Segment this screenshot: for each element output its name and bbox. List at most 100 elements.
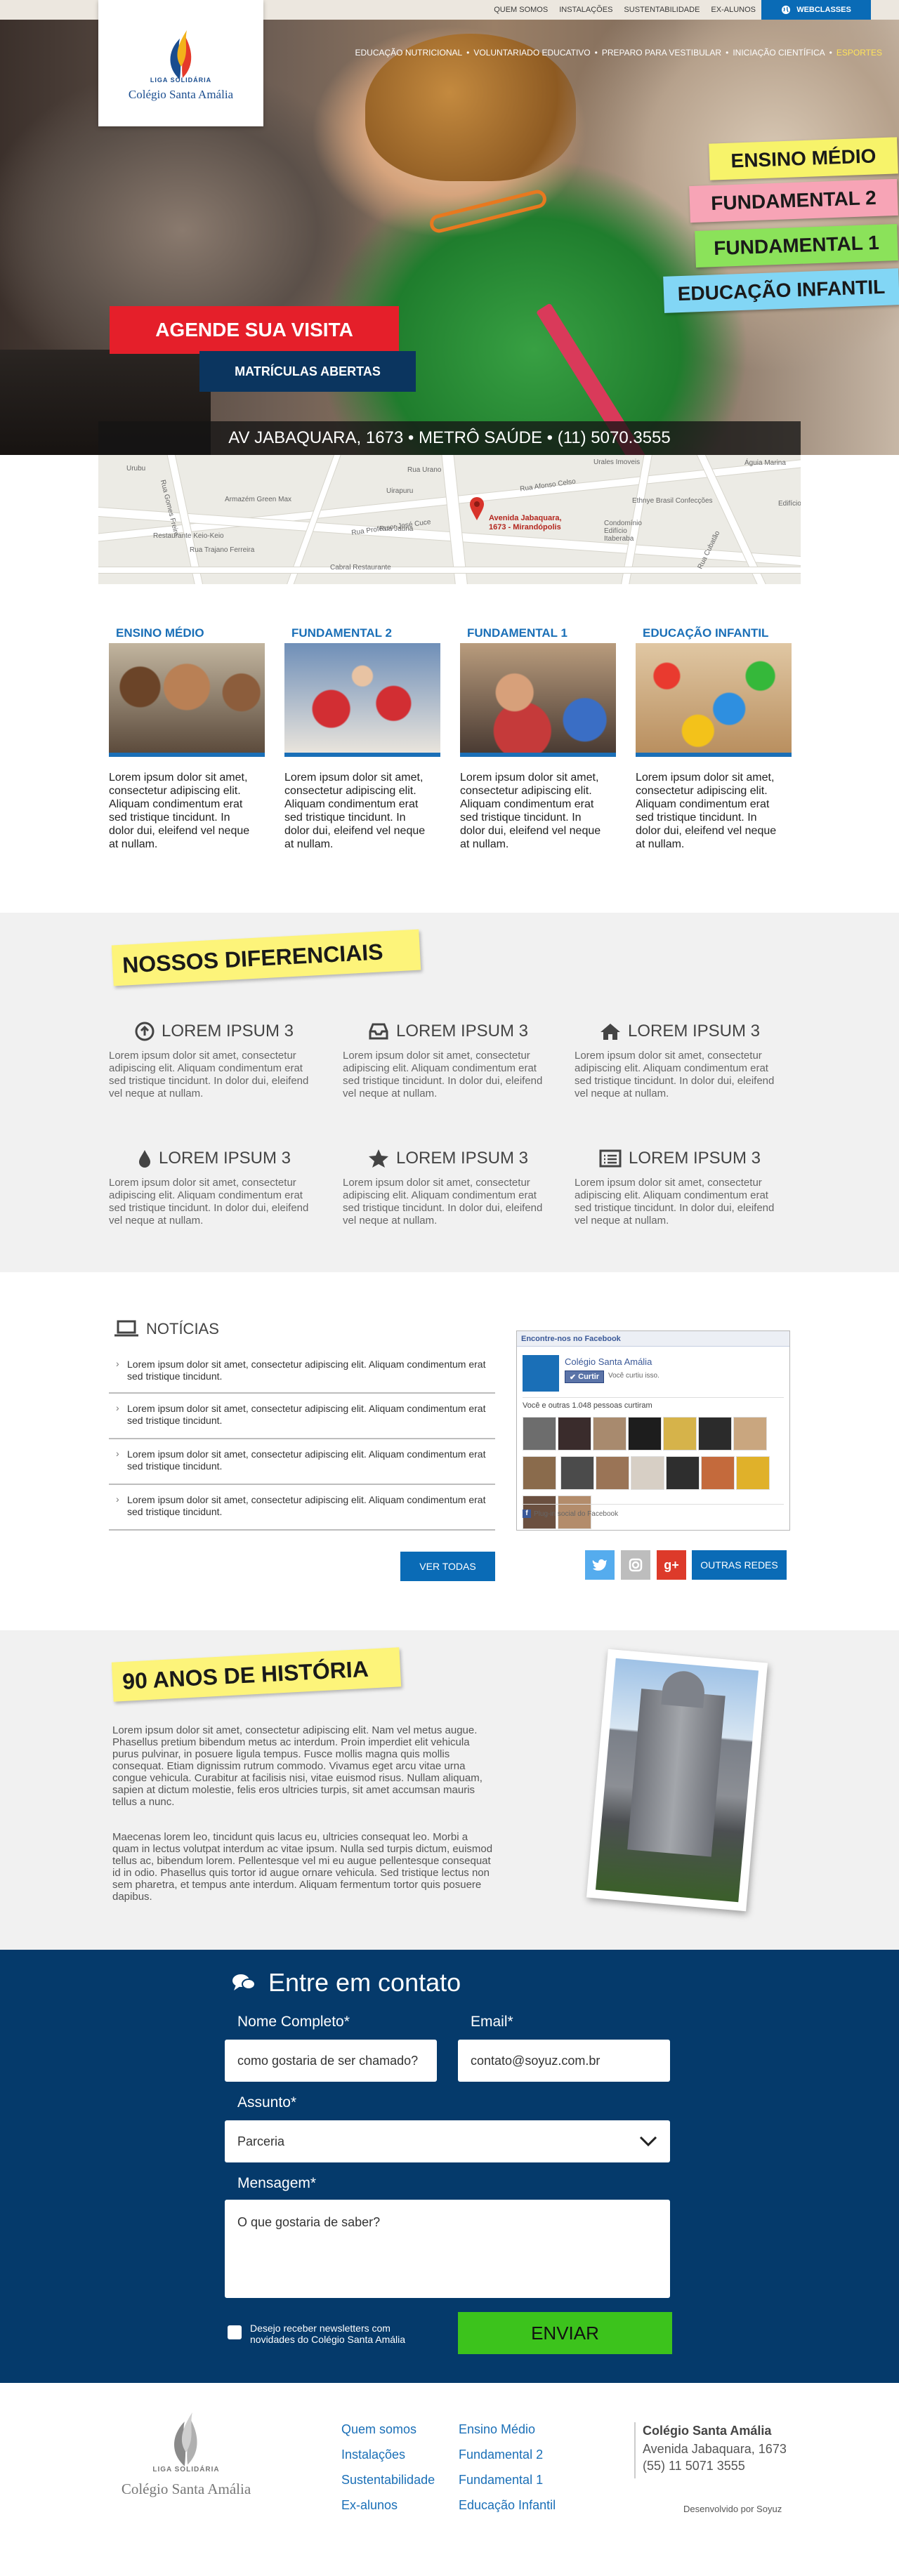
- instagram-button[interactable]: [621, 1550, 650, 1580]
- footer-link-ensino-medio[interactable]: Ensino Médio: [459, 2422, 535, 2437]
- level-card-text: Lorem ipsum dolor sit amet, consectetur …: [109, 772, 250, 850]
- top-link-ex-alunos[interactable]: EX-ALUNOS: [711, 6, 756, 14]
- footer-link-sustentabilidade[interactable]: Sustentabilidade: [341, 2473, 435, 2488]
- facebook-plugin-footer: f Plug-in social do Facebook: [523, 1510, 618, 1518]
- email-label: Email*: [471, 2014, 513, 2030]
- diferencial-text: Lorem ipsum dolor sit amet, consectetur …: [575, 1177, 775, 1227]
- footer-link-educacao-infantil[interactable]: Educação Infantil: [459, 2498, 556, 2513]
- facebook-face-avatar[interactable]: [736, 1456, 770, 1490]
- agende-visita-button[interactable]: AGENDE SUA VISITA: [110, 306, 399, 354]
- level-card-text: Lorem ipsum dolor sit amet, consectetur …: [460, 772, 601, 850]
- nav-voluntariado-educativo[interactable]: VOLUNTARIADO EDUCATIVO: [473, 48, 590, 58]
- laptop-icon: [114, 1320, 138, 1337]
- level-card-ensino-medio[interactable]: ENSINO MÉDIO Lorem ipsum dolor sit amet,…: [109, 626, 265, 851]
- diferencial-text: Lorem ipsum dolor sit amet, consectetur …: [343, 1050, 543, 1099]
- nav-educacao-nutricional[interactable]: EDUCAÇÃO NUTRICIONAL: [355, 48, 462, 58]
- newsletter-label: Desejo receber newsletters com novidades…: [250, 2323, 406, 2345]
- facebook-face-avatar[interactable]: [593, 1417, 626, 1451]
- diferencial-text: Lorem ipsum dolor sit amet, consectetur …: [343, 1177, 543, 1227]
- facebook-people-text: Você e outras 1.048 pessoas curtiram: [523, 1401, 652, 1410]
- twitter-icon: [592, 1559, 607, 1571]
- webclasses-button[interactable]: WEBCLASSES: [761, 0, 871, 20]
- footer-link-fundamental-2[interactable]: Fundamental 2: [459, 2448, 543, 2462]
- newsletter-checkbox[interactable]: [228, 2325, 242, 2339]
- facebook-face-avatar[interactable]: [628, 1417, 662, 1451]
- name-field[interactable]: como gostaria de ser chamado?: [225, 2040, 437, 2082]
- facebook-face-avatar[interactable]: [666, 1456, 700, 1490]
- google-plus-button[interactable]: g+: [657, 1550, 686, 1580]
- ver-todas-button[interactable]: VER TODAS: [400, 1552, 495, 1581]
- facebook-face-avatar[interactable]: [663, 1417, 697, 1451]
- outras-redes-button[interactable]: OUTRAS REDES: [692, 1550, 787, 1580]
- footer-school-name: Colégio Santa Amália: [643, 2424, 772, 2438]
- instagram-icon: [629, 1558, 643, 1572]
- facebook-page-name[interactable]: Colégio Santa Amália: [565, 1356, 652, 1367]
- facebook-face-avatar[interactable]: [698, 1417, 732, 1451]
- facebook-face-avatar[interactable]: [733, 1417, 767, 1451]
- subject-select[interactable]: Parceria: [225, 2120, 670, 2162]
- facebook-face-avatar[interactable]: [701, 1456, 735, 1490]
- footer-link-instalacoes[interactable]: Instalações: [341, 2448, 405, 2462]
- email-field[interactable]: contato@soyuz.com.br: [458, 2040, 670, 2082]
- nav-iniciacao-cientifica[interactable]: INICIAÇÃO CIENTÍFICA: [733, 48, 825, 58]
- facebook-face-avatar[interactable]: [558, 1417, 591, 1451]
- nav-esportes[interactable]: ESPORTES: [836, 48, 882, 58]
- map-label: Armazém Green Max: [225, 496, 292, 503]
- subject-selected-value: Parceria: [237, 2134, 285, 2148]
- facebook-face-avatar[interactable]: [560, 1456, 595, 1490]
- top-link-quem-somos[interactable]: QUEM SOMOS: [494, 6, 548, 14]
- check-icon: ✔: [569, 1373, 577, 1382]
- footer-divider: [634, 2422, 636, 2478]
- news-title: NOTÍCIAS: [146, 1320, 219, 1337]
- footer-link-ex-alunos[interactable]: Ex-alunos: [341, 2498, 398, 2513]
- twitter-button[interactable]: [585, 1550, 615, 1580]
- facebook-face-avatar[interactable]: [631, 1456, 665, 1490]
- facebook-face-avatar[interactable]: [596, 1456, 630, 1490]
- level-tag-fundamental-1[interactable]: FUNDAMENTAL 1: [695, 223, 898, 268]
- map-pin-icon[interactable]: [469, 497, 485, 521]
- top-link-sustentabilidade[interactable]: SUSTENTABILIDADE: [624, 6, 700, 14]
- footer-link-quem-somos[interactable]: Quem somos: [341, 2422, 416, 2437]
- map-label: Restaurante Keio-Keio: [153, 532, 224, 540]
- arrow-up-circle-icon: [135, 1022, 155, 1041]
- news-item[interactable]: Lorem ipsum dolor sit amet, consectetur …: [109, 1493, 495, 1518]
- news-item[interactable]: Lorem ipsum dolor sit amet, consectetur …: [109, 1402, 495, 1427]
- level-photo-kids: [460, 643, 616, 757]
- footer-logo[interactable]: LIGA SOLIDÁRIA Colégio Santa Amália: [109, 2405, 263, 2518]
- level-card-educacao-infantil[interactable]: EDUCAÇÃO INFANTIL Lorem ipsum dolor sit …: [636, 626, 792, 851]
- diferencial-text: Lorem ipsum dolor sit amet, consectetur …: [575, 1050, 775, 1099]
- level-tag-fundamental-2[interactable]: FUNDAMENTAL 2: [689, 178, 898, 223]
- matriculas-abertas-button[interactable]: MATRÍCULAS ABERTAS: [199, 351, 416, 392]
- map-label: Edifício: [778, 500, 801, 508]
- level-card-fundamental-2[interactable]: FUNDAMENTAL 2 Lorem ipsum dolor sit amet…: [284, 626, 440, 851]
- logo[interactable]: LIGA SOLIDÁRIA Colégio Santa Amália: [98, 0, 263, 126]
- facebook-like-button[interactable]: ✔ Curtir: [565, 1370, 604, 1383]
- news-item[interactable]: Lorem ipsum dolor sit amet, consectetur …: [109, 1448, 495, 1472]
- level-tag-ensino-medio[interactable]: ENSINO MÉDIO: [709, 137, 898, 180]
- top-link-instalacoes[interactable]: INSTALAÇÕES: [559, 6, 612, 14]
- message-label: Mensagem*: [237, 2175, 317, 2191]
- level-card-fundamental-1[interactable]: FUNDAMENTAL 1 Lorem ipsum dolor sit amet…: [460, 626, 616, 851]
- map-pin-label: Avenida Jabaquara, 1673 - Mirandópolis: [489, 514, 562, 531]
- news-item[interactable]: Lorem ipsum dolor sit amet, consectetur …: [109, 1358, 495, 1382]
- address-bar: AV JABAQUARA, 1673 • METRÔ SAÚDE • (11) …: [98, 421, 801, 455]
- location-map[interactable]: Armazém Green Max Rua Urano Uirapuru Rua…: [98, 455, 801, 584]
- footer-credit[interactable]: Desenvolvido por Soyuz: [683, 2504, 782, 2514]
- map-label: Rua Jaúna: [379, 525, 414, 533]
- enviar-button[interactable]: ENVIAR: [458, 2312, 672, 2354]
- level-card-title: ENSINO MÉDIO: [116, 626, 204, 640]
- map-label: Rua Urano: [407, 466, 442, 474]
- map-label: Ethnye Brasil Confecções: [632, 497, 713, 505]
- logo-school-name: Colégio Santa Amália: [128, 88, 234, 101]
- nav-preparo-vestibular[interactable]: PREPARO PARA VESTIBULAR: [602, 48, 721, 58]
- facebook-face-avatar[interactable]: [523, 1417, 556, 1451]
- footer-link-fundamental-1[interactable]: Fundamental 1: [459, 2473, 543, 2488]
- message-textarea[interactable]: O que gostaria de saber?: [225, 2200, 670, 2298]
- footer-logo-liga: LIGA SOLIDÁRIA: [152, 2466, 220, 2473]
- level-tag-educacao-infantil[interactable]: EDUCAÇÃO INFANTIL: [663, 268, 899, 313]
- facebook-face-avatar[interactable]: [523, 1456, 556, 1490]
- level-photo-classroom: [284, 643, 440, 757]
- map-label: Condomínio Edifício Itaberaba: [604, 520, 642, 543]
- name-label: Nome Completo*: [237, 2014, 350, 2030]
- diferencial-item: LOREM IPSUM 3 Lorem ipsum dolor sit amet…: [109, 1022, 320, 1100]
